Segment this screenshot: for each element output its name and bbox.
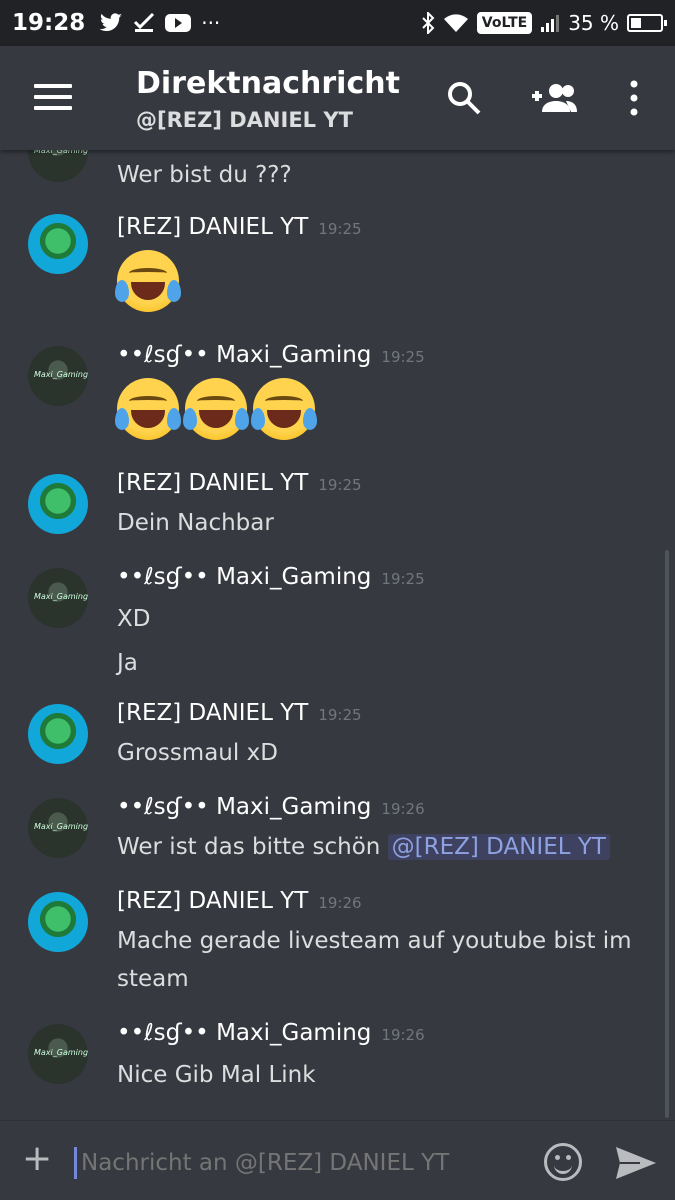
add-user-icon — [532, 84, 577, 112]
volte-badge: VoLTE — [476, 12, 533, 34]
emoji-row — [115, 378, 317, 440]
message-text: Grossmaul xD — [117, 740, 278, 766]
avatar[interactable] — [28, 892, 88, 952]
bluetooth-icon — [422, 12, 435, 34]
message-timestamp: 19:25 — [318, 476, 362, 494]
hamburger-menu-button[interactable] — [34, 84, 72, 112]
message-timestamp: 19:26 — [318, 894, 362, 912]
message-timestamp: 19:25 — [381, 570, 425, 588]
message-timestamp: 19:26 — [381, 1026, 425, 1044]
message-timestamp: 19:26 — [381, 800, 425, 818]
avatar[interactable]: Maxi_Gaming — [28, 1024, 88, 1084]
avatar[interactable] — [28, 704, 88, 764]
message-text: Nice Gib Mal Link — [117, 1062, 316, 1088]
message-timestamp: 19:25 — [318, 220, 362, 238]
message-author[interactable]: ••ℓѕɠ•• Maxi_Gaming 19:26 — [117, 1020, 425, 1046]
message-author[interactable]: [REZ] DANIEL YT 19:25 — [117, 700, 362, 726]
system-icons: VoLTE 35 % — [421, 11, 667, 35]
message-text: Wer ist das bitte schön @[REZ] DANIEL YT — [117, 834, 610, 860]
avatar[interactable] — [28, 214, 88, 274]
app-header: Direktnachricht @[REZ] DANIEL YT — [0, 46, 675, 150]
emoji-picker-button[interactable] — [544, 1143, 582, 1181]
message-text: Ja — [117, 650, 138, 676]
user-mention[interactable]: @[REZ] DANIEL YT — [387, 834, 610, 860]
message-text: XD — [117, 606, 151, 632]
emoji-row — [115, 250, 181, 312]
message-composer: + — [0, 1120, 675, 1200]
joy-emoji-icon — [251, 378, 317, 440]
message-author[interactable]: ••ℓѕɠ•• Maxi_Gaming 19:25 — [117, 342, 425, 368]
avatar[interactable]: Maxi_Gaming — [28, 150, 88, 182]
message-text: steam — [117, 966, 189, 992]
message-author[interactable]: [REZ] DANIEL YT 19:25 — [117, 214, 362, 240]
status-time: 19:28 — [12, 10, 86, 36]
message-text: Dein Nachbar — [117, 510, 274, 536]
message-text: Wer bist du ??? — [117, 162, 292, 188]
page-title: Direktnachricht — [136, 66, 400, 101]
add-friend-button[interactable] — [530, 74, 578, 122]
more-vert-icon — [630, 80, 638, 116]
avatar[interactable] — [28, 474, 88, 534]
message-timestamp: 19:25 — [318, 706, 362, 724]
scrollbar[interactable] — [665, 550, 669, 1118]
message-author[interactable]: [REZ] DANIEL YT 19:26 — [117, 888, 362, 914]
avatar[interactable]: Maxi_Gaming — [28, 568, 88, 628]
message-timestamp: 19:25 — [381, 348, 425, 366]
message-text: Mache gerade livesteam auf youtube bist … — [117, 928, 632, 954]
youtube-icon — [165, 14, 192, 32]
joy-emoji-icon — [115, 378, 181, 440]
joy-emoji-icon — [115, 250, 181, 312]
add-attachment-button[interactable]: + — [22, 1141, 52, 1177]
status-bar: 19:28 ··· VoLTE 35 % — [0, 0, 675, 46]
send-button[interactable] — [614, 1143, 658, 1183]
twitter-icon — [99, 13, 123, 32]
battery-percent: 35 % — [568, 11, 619, 35]
search-button[interactable] — [440, 74, 488, 122]
notification-icons: ··· — [99, 11, 220, 35]
message-input[interactable] — [74, 1147, 514, 1179]
battery-icon — [627, 14, 667, 32]
avatar[interactable]: Maxi_Gaming — [28, 798, 88, 858]
joy-emoji-icon — [183, 378, 249, 440]
more-notifications-icon: ··· — [201, 11, 221, 35]
overflow-menu-button[interactable] — [610, 74, 658, 122]
send-icon — [616, 1147, 656, 1179]
search-icon — [448, 82, 481, 115]
message-author[interactable]: [REZ] DANIEL YT 19:25 — [117, 470, 362, 496]
message-author[interactable]: ••ℓѕɠ•• Maxi_Gaming 19:25 — [117, 564, 425, 590]
page-subtitle: @[REZ] DANIEL YT — [136, 108, 353, 132]
avatar[interactable]: Maxi_Gaming — [28, 346, 88, 406]
wifi-icon — [443, 14, 468, 32]
message-author[interactable]: ••ℓѕɠ•• Maxi_Gaming 19:26 — [117, 794, 425, 820]
message-list[interactable]: Maxi_Gaming Wer bist du ??? [REZ] DANIEL… — [0, 150, 675, 1120]
signal-icon — [541, 15, 560, 32]
checkmark-icon — [134, 13, 155, 32]
